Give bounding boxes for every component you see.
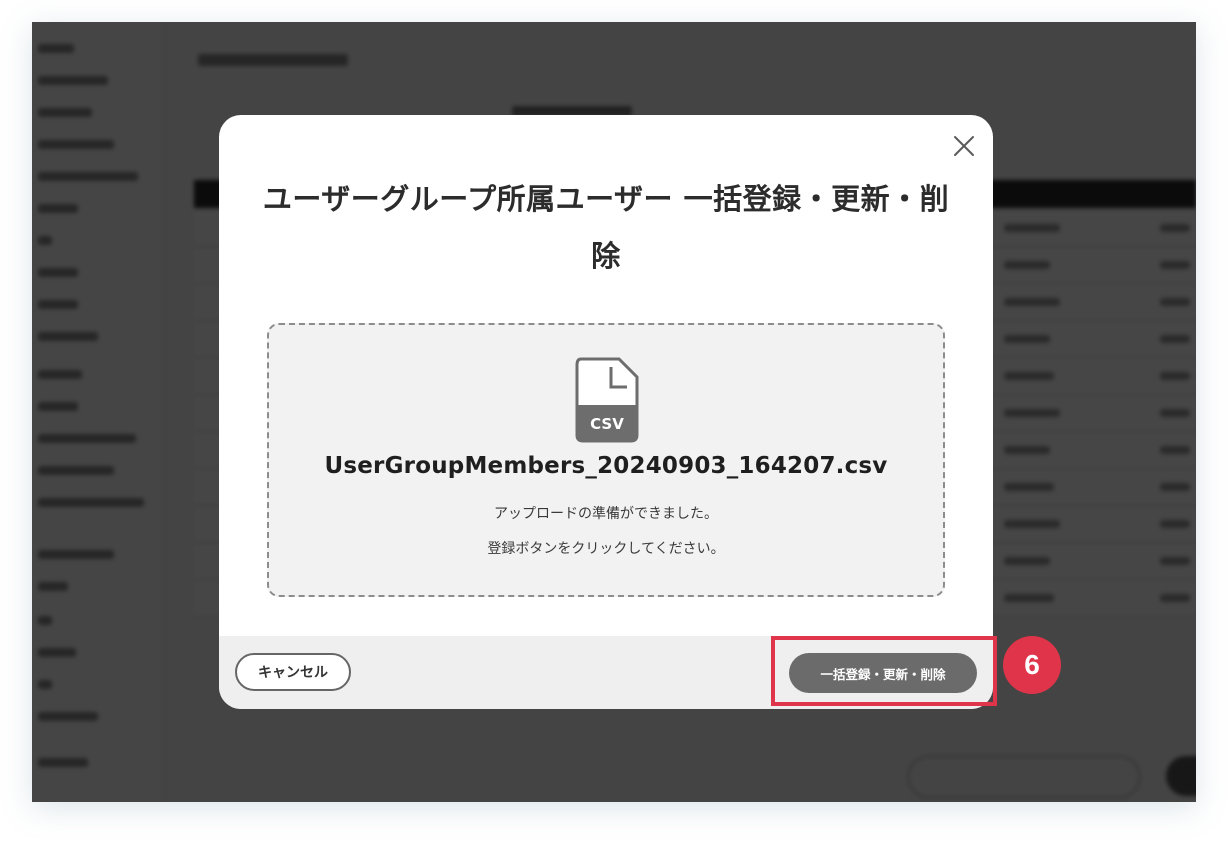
cancel-button[interactable]: キャンセル [235, 653, 351, 691]
step-highlight-box [771, 636, 997, 706]
step-number-badge: 6 [1003, 636, 1061, 694]
csv-file-icon: CSV [575, 357, 639, 443]
close-button[interactable] [947, 129, 981, 163]
ready-message: アップロードの準備ができました。 [494, 506, 718, 522]
bulk-upload-dialog: ユーザーグループ所属ユーザー 一括登録・更新・削除 CSV UserGroupM… [219, 115, 993, 709]
instruction-message: 登録ボタンをクリックしてください。 [487, 541, 725, 557]
close-icon [954, 136, 974, 156]
file-drop-zone[interactable]: CSV UserGroupMembers_20240903_164207.csv… [267, 323, 945, 597]
dialog-title: ユーザーグループ所属ユーザー 一括登録・更新・削除 [262, 182, 950, 273]
csv-icon-label: CSV [590, 415, 624, 433]
file-name: UserGroupMembers_20240903_164207.csv [324, 453, 888, 479]
